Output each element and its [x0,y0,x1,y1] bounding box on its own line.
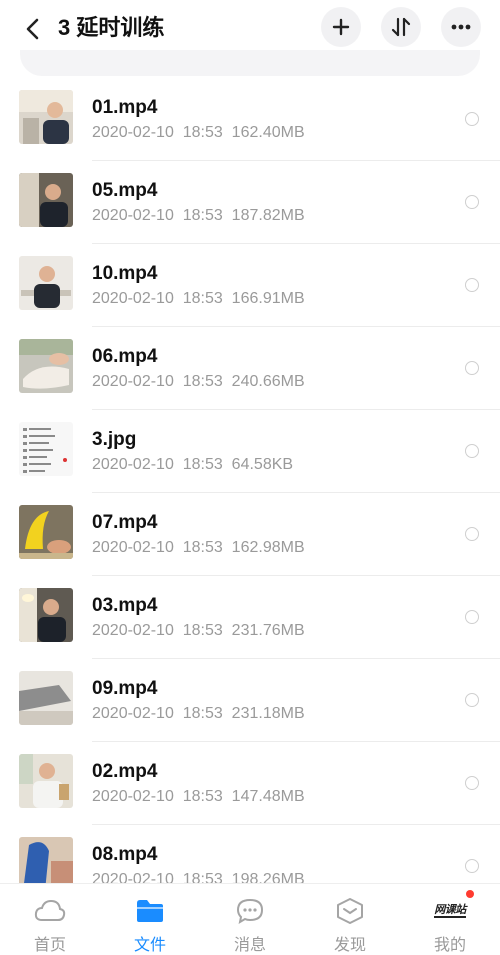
file-name: 02.mp4 [92,761,158,782]
brand-logo: 网课站 [434,903,466,918]
tab-home[interactable]: 首页 [0,884,100,955]
chat-icon [236,898,264,924]
file-meta: 2020-02-10 18:53 187.82MB [92,207,305,224]
file-row[interactable]: 01.mp4 2020-02-10 18:53 162.40MB [0,78,500,161]
page-title: 3 延时训练 [58,15,165,40]
back-button[interactable] [18,14,48,44]
file-name: 09.mp4 [92,678,158,699]
tab-messages[interactable]: 消息 [200,884,300,955]
file-meta: 2020-02-10 18:53 64.58KB [92,456,294,473]
file-name: 3.jpg [92,429,137,450]
video-thumbnail [19,339,73,393]
select-radio[interactable] [465,859,479,873]
tab-label: 发现 [333,937,366,954]
add-button[interactable] [321,7,361,47]
video-thumbnail [19,671,73,725]
plus-icon [332,18,350,36]
file-meta: 2020-02-10 18:53 166.91MB [92,290,305,307]
select-radio[interactable] [465,361,479,375]
file-meta: 2020-02-10 18:53 162.40MB [92,124,305,141]
select-radio[interactable] [465,527,479,541]
bottom-tab-bar: 首页 文件 消息 发现 网课站 我的 [0,883,500,955]
select-radio[interactable] [465,693,479,707]
discover-icon [337,897,363,924]
file-name: 05.mp4 [92,180,158,201]
file-name: 07.mp4 [92,512,158,533]
file-meta: 2020-02-10 18:53 147.48MB [92,788,305,805]
file-meta: 2020-02-10 18:53 231.18MB [92,705,305,722]
file-row[interactable]: 3.jpg 2020-02-10 18:53 64.58KB [0,410,500,493]
video-thumbnail [19,588,73,642]
tab-label: 首页 [33,937,66,954]
file-row[interactable]: 09.mp4 2020-02-10 18:53 231.18MB [0,659,500,742]
file-meta: 2020-02-10 18:53 240.66MB [92,373,305,390]
file-name: 01.mp4 [92,97,158,118]
file-list: 01.mp4 2020-02-10 18:53 162.40MB 05.mp4 … [0,78,500,908]
file-row[interactable]: 07.mp4 2020-02-10 18:53 162.98MB [0,493,500,576]
file-row[interactable]: 10.mp4 2020-02-10 18:53 166.91MB [0,244,500,327]
file-name: 03.mp4 [92,595,158,616]
file-meta: 2020-02-10 18:53 231.76MB [92,622,305,639]
select-radio[interactable] [465,776,479,790]
file-row[interactable]: 02.mp4 2020-02-10 18:53 147.48MB [0,742,500,825]
select-radio[interactable] [465,278,479,292]
tab-label: 文件 [133,937,166,954]
select-radio[interactable] [465,444,479,458]
select-radio[interactable] [465,610,479,624]
cloud-icon [34,899,66,921]
video-thumbnail [19,754,73,808]
file-name: 08.mp4 [92,844,158,865]
notification-badge [466,890,474,898]
tab-discover[interactable]: 发现 [300,884,400,955]
image-thumbnail [19,422,73,476]
file-row[interactable]: 05.mp4 2020-02-10 18:53 187.82MB [0,161,500,244]
file-name: 06.mp4 [92,346,158,367]
select-radio[interactable] [465,195,479,209]
file-row[interactable]: 03.mp4 2020-02-10 18:53 231.76MB [0,576,500,659]
more-icon [451,24,471,30]
tab-label: 我的 [433,937,466,954]
sort-icon [391,17,411,37]
file-row[interactable]: 06.mp4 2020-02-10 18:53 240.66MB [0,327,500,410]
video-thumbnail [19,173,73,227]
video-thumbnail [19,256,73,310]
folder-icon [137,899,163,922]
select-radio[interactable] [465,112,479,126]
tab-me[interactable]: 网课站 我的 [400,884,500,955]
video-thumbnail [19,90,73,144]
more-button[interactable] [441,7,481,47]
file-meta: 2020-02-10 18:53 162.98MB [92,539,305,556]
search-bar-edge[interactable] [20,50,480,76]
tab-label: 消息 [233,937,266,954]
video-thumbnail [19,505,73,559]
sort-button[interactable] [381,7,421,47]
chevron-left-icon [26,18,39,40]
file-name: 10.mp4 [92,263,158,284]
tab-files[interactable]: 文件 [100,884,200,955]
